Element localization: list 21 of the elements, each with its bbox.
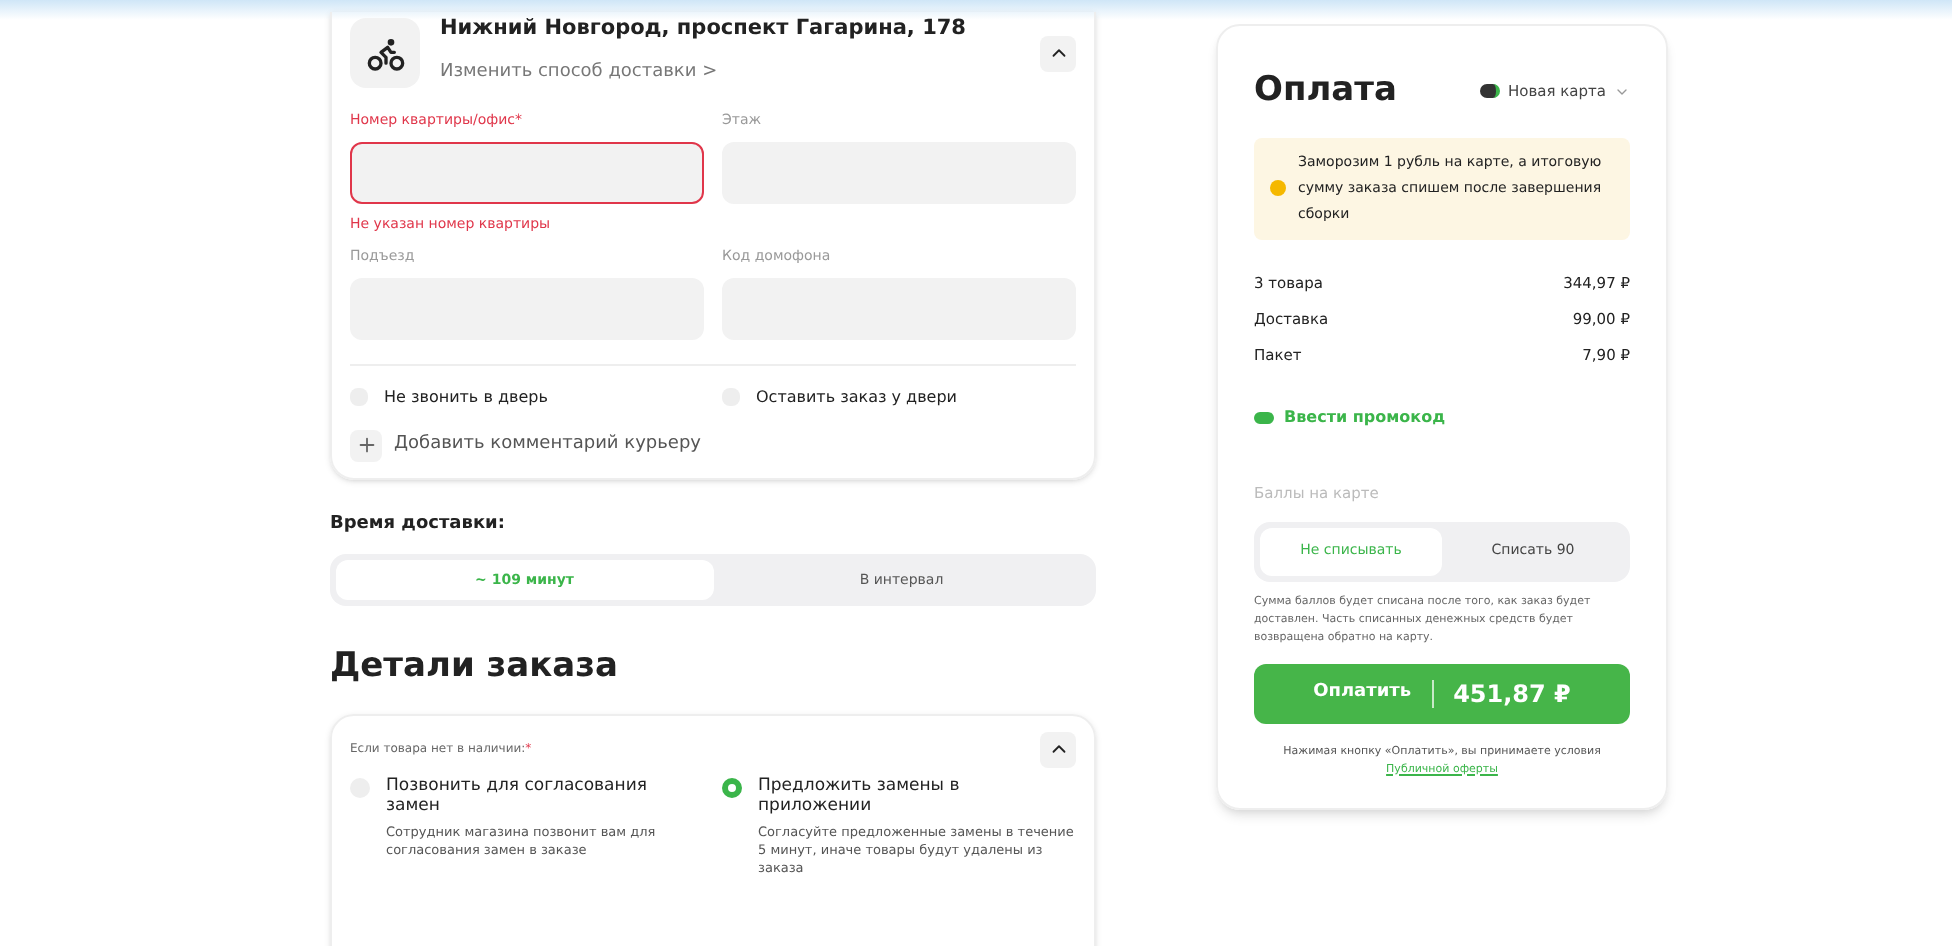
pay-button[interactable]: Оплатить 451,87 ₽	[1254, 663, 1630, 723]
coin-icon	[1270, 180, 1286, 196]
add-comment-link[interactable]: Добавить комментарий курьеру	[394, 431, 701, 459]
card-icon	[1480, 84, 1500, 99]
bike-icon	[350, 18, 420, 89]
option-title: Позвонить для согласования замен	[386, 775, 649, 818]
checkbox-label: Оставить заказ у двери	[756, 385, 957, 410]
option-title: Предложить замены в приложении	[758, 775, 962, 818]
promo-link[interactable]: Ввести промокод	[1284, 406, 1446, 431]
delivery-address: Нижний Новгород, проспект Гагарина, 178	[440, 16, 968, 43]
input-field[interactable]	[350, 141, 704, 204]
collapse-button[interactable]	[1040, 35, 1076, 72]
section-heading: Детали заказа	[330, 644, 620, 691]
ticket-icon	[1254, 412, 1274, 425]
collapse-button[interactable]	[1040, 731, 1076, 768]
radio-button[interactable]	[722, 777, 742, 798]
section-title: Время доставки:	[330, 511, 507, 538]
change-delivery-link[interactable]: Изменить способ доставки >	[440, 62, 718, 83]
checkbox-label: Не звонить в дверь	[384, 385, 548, 410]
payment-title: Оплата	[1254, 68, 1397, 114]
plus-icon[interactable]	[350, 429, 382, 462]
